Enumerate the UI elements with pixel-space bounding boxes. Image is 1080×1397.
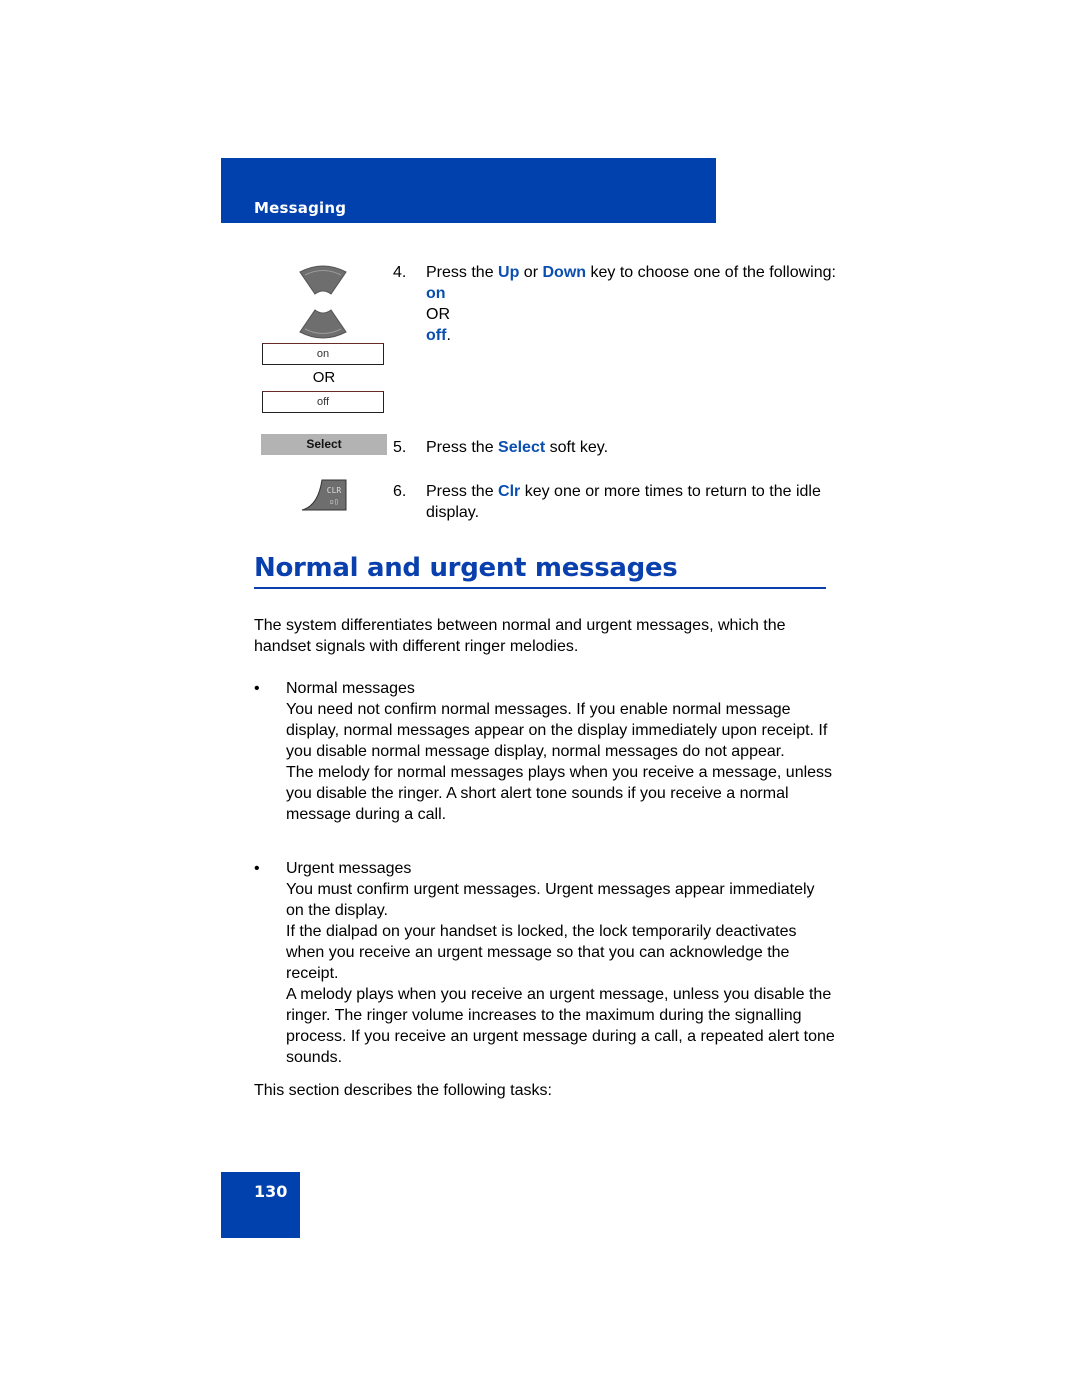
step-text: Press the — [426, 264, 499, 281]
keyword-clr: Clr — [498, 483, 521, 500]
step-number: 5. — [393, 439, 407, 456]
chapter-title: Messaging — [254, 199, 347, 217]
step-body: Press the Up or Down key to choose one o… — [426, 262, 836, 346]
option-off: off — [426, 327, 447, 344]
section-divider — [254, 587, 826, 589]
chapter-header-band: Messaging — [221, 158, 716, 223]
step-text: Press the — [426, 483, 499, 500]
select-softkey[interactable]: Select — [261, 434, 387, 455]
step-number: 4. — [393, 264, 407, 281]
outro-paragraph: This section describes the following tas… — [254, 1082, 552, 1099]
or-label: OR — [312, 369, 336, 386]
display-option-on: on — [262, 343, 384, 365]
bullet-body: Normal messages You need not confirm nor… — [286, 678, 836, 825]
step-text: . — [446, 327, 451, 344]
intro-paragraph: The system differentiates between normal… — [254, 617, 786, 655]
option-on: on — [426, 285, 446, 302]
display-option-off: off — [262, 391, 384, 413]
bullet-paragraph: If the dialpad on your handset is locked… — [286, 923, 797, 982]
keyword-select: Select — [498, 439, 546, 456]
clr-key-icon: CLR ▫▯ — [301, 479, 347, 511]
bullet-body: Urgent messages You must confirm urgent … — [286, 858, 836, 1068]
step-body: Press the Clr key one or more times to r… — [426, 481, 836, 523]
bullet-marker: • — [254, 860, 260, 877]
step-text: soft key. — [545, 439, 609, 456]
bullet-paragraph: A melody plays when you receive an urgen… — [286, 986, 835, 1066]
step-body: Press the Select soft key. — [426, 437, 836, 458]
bullet-paragraph: The melody for normal messages plays whe… — [286, 764, 833, 823]
keyword-down: Down — [542, 264, 587, 281]
step-text: key to choose one of the following: — [586, 264, 836, 281]
bullet-paragraph: You must confirm urgent messages. Urgent… — [286, 881, 815, 919]
up-arrow-key-icon — [299, 265, 347, 295]
step-text: Press the — [426, 439, 499, 456]
bullet-paragraph: You need not confirm normal messages. If… — [286, 701, 828, 760]
page-number: 130 — [254, 1182, 288, 1201]
page-number-box: 130 — [221, 1172, 300, 1238]
svg-text:▫▯: ▫▯ — [329, 497, 339, 506]
keyword-up: Up — [498, 264, 520, 281]
section-title: Normal and urgent messages — [254, 553, 678, 583]
bullet-title: Normal messages — [286, 680, 415, 697]
step-text: or — [519, 264, 543, 281]
svg-text:CLR: CLR — [327, 486, 342, 495]
bullet-title: Urgent messages — [286, 860, 412, 877]
bullet-marker: • — [254, 680, 260, 697]
down-arrow-key-icon — [299, 309, 347, 339]
or-text: OR — [426, 306, 450, 323]
step-number: 6. — [393, 483, 407, 500]
